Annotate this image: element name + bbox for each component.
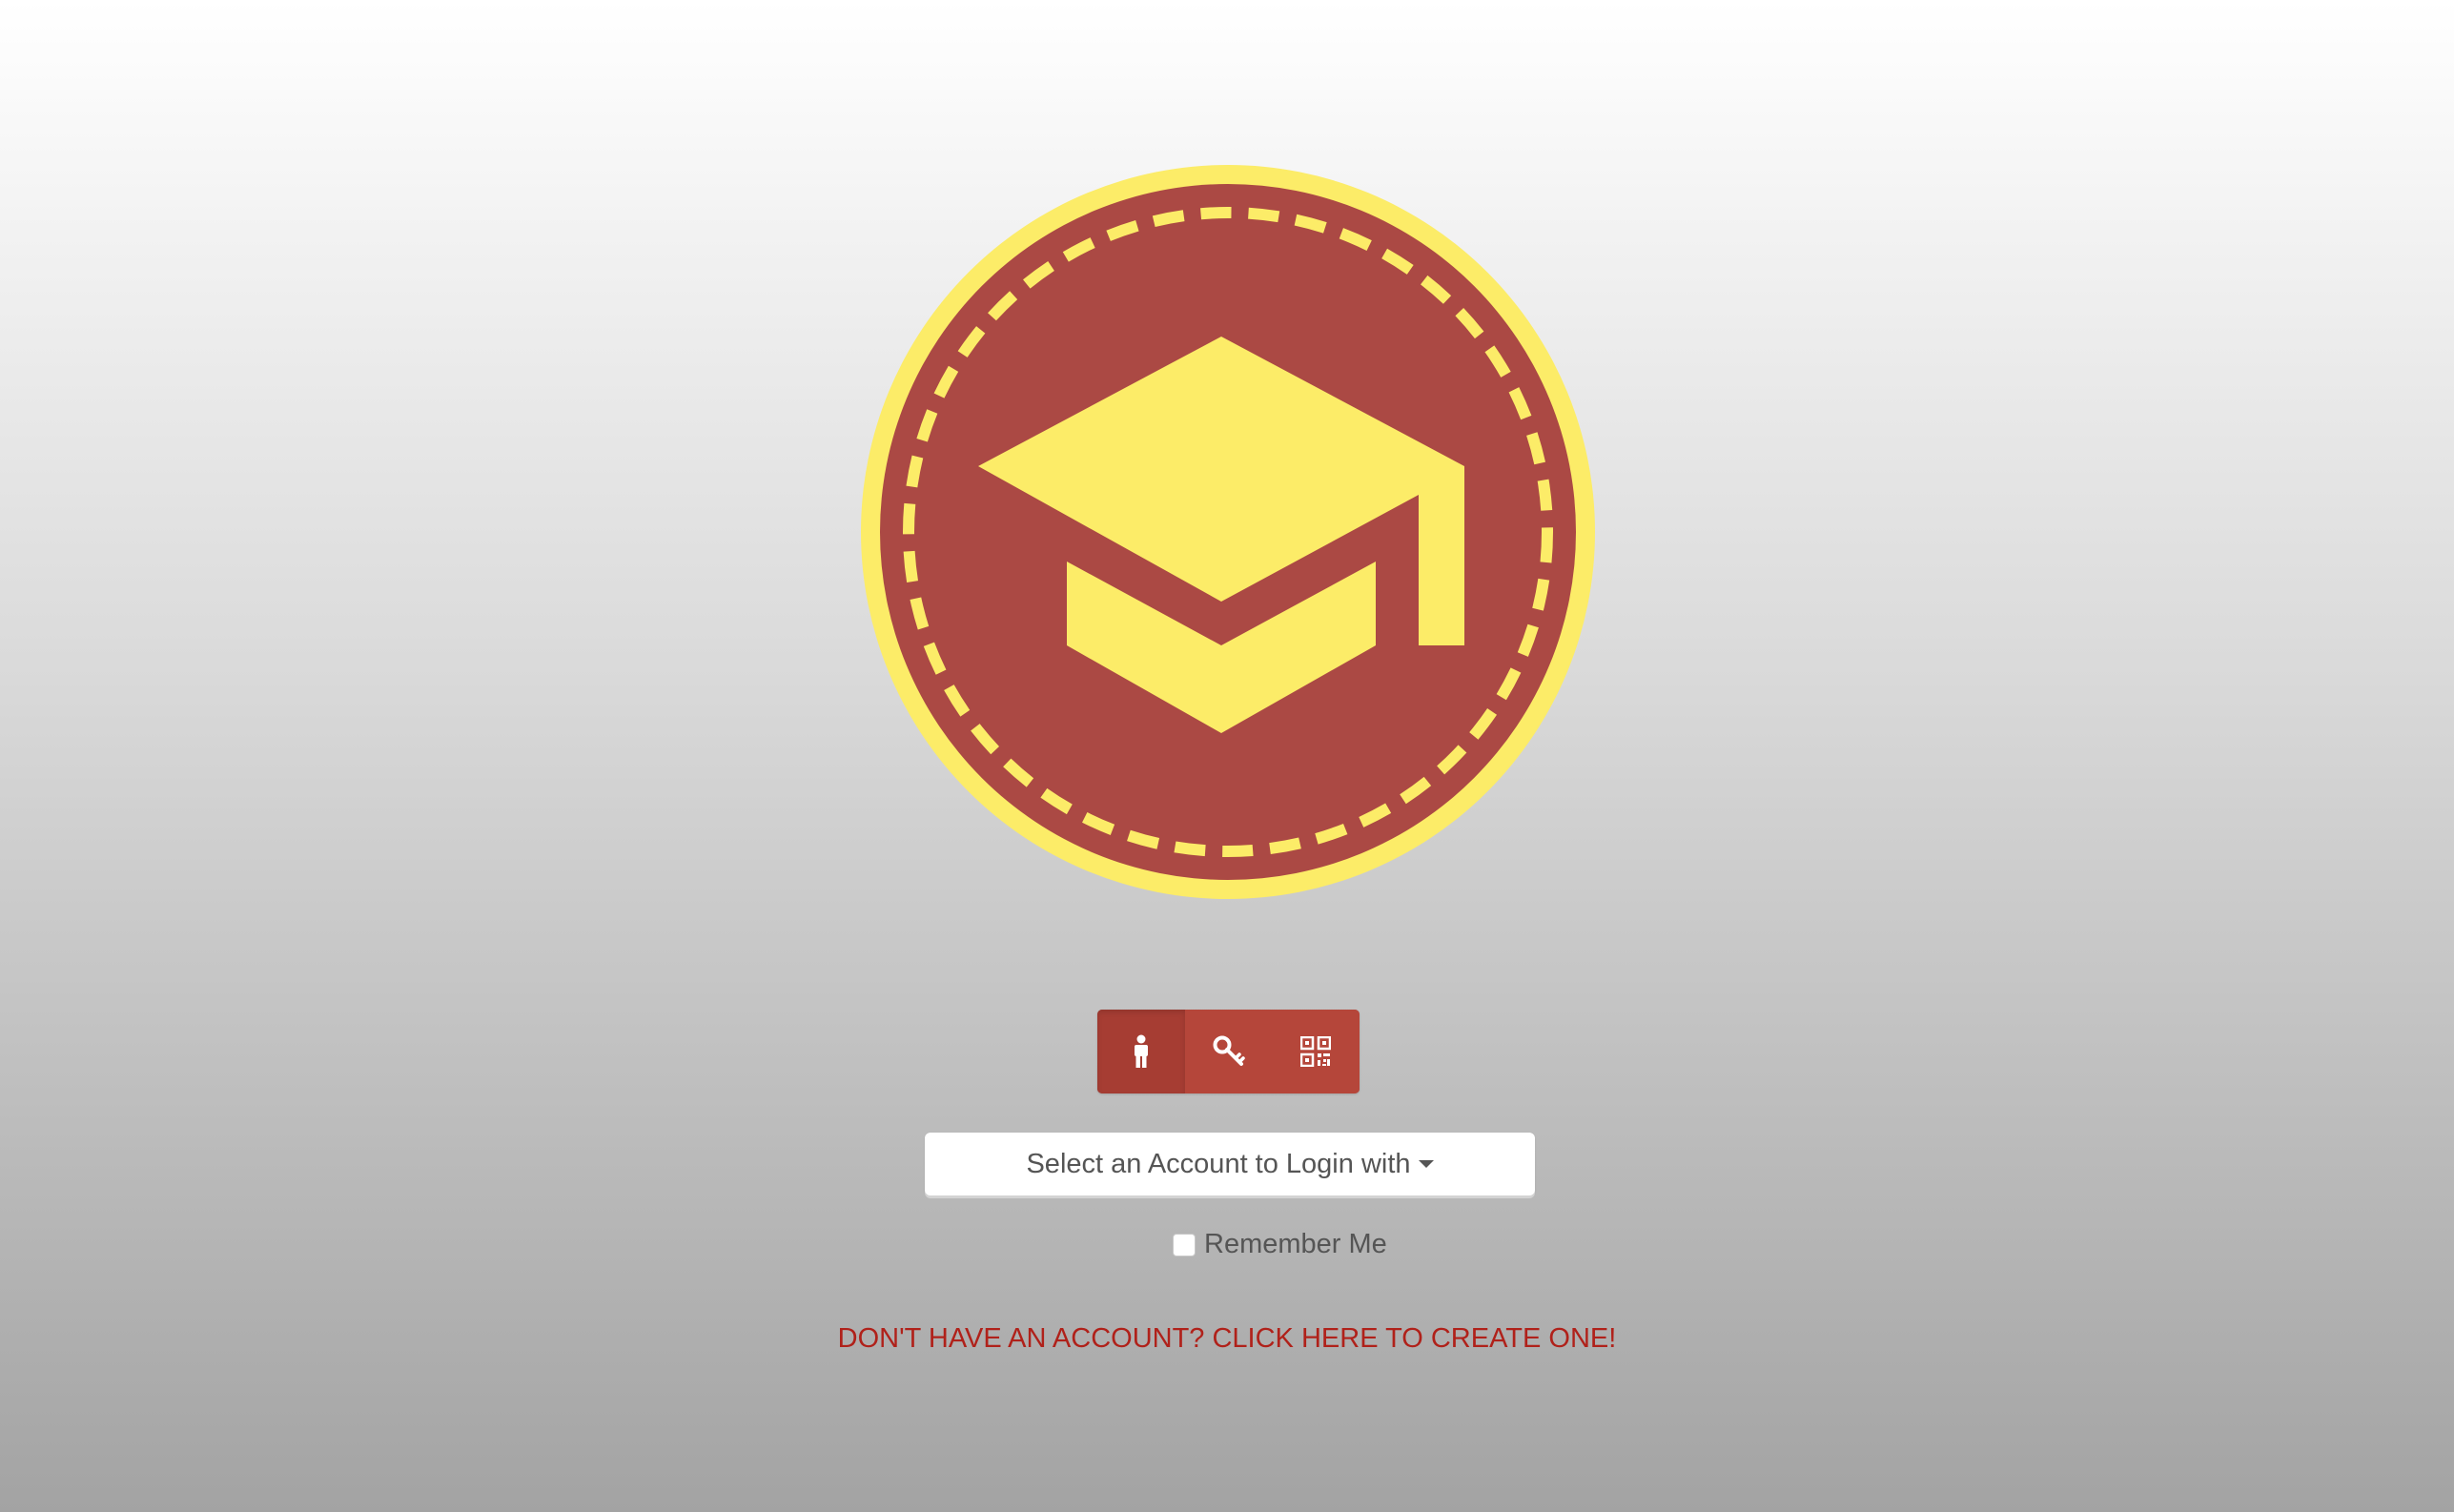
qr-code-icon <box>1300 1036 1332 1067</box>
key-icon <box>1213 1035 1245 1066</box>
person-icon <box>1134 1034 1148 1068</box>
login-mode-qr-button[interactable] <box>1272 1010 1360 1093</box>
remember-me-label[interactable]: Remember Me <box>1204 1229 1387 1260</box>
caret-down-icon <box>1418 1160 1434 1168</box>
account-select-label: Select an Account to Login with <box>1026 1148 1411 1179</box>
remember-me-checkbox[interactable] <box>1173 1233 1196 1257</box>
login-mode-user-button[interactable] <box>1097 1010 1185 1093</box>
account-select-dropdown[interactable]: Select an Account to Login with <box>925 1133 1535 1195</box>
login-mode-key-button[interactable] <box>1184 1010 1273 1093</box>
login-mode-group <box>1097 1010 1360 1093</box>
graduation-cap-icon <box>861 165 1595 899</box>
remember-me: Remember Me <box>1173 1229 1387 1260</box>
app-logo <box>861 163 1595 901</box>
create-account-link[interactable]: DON'T HAVE AN ACCOUNT? CLICK HERE TO CRE… <box>0 1323 2454 1355</box>
